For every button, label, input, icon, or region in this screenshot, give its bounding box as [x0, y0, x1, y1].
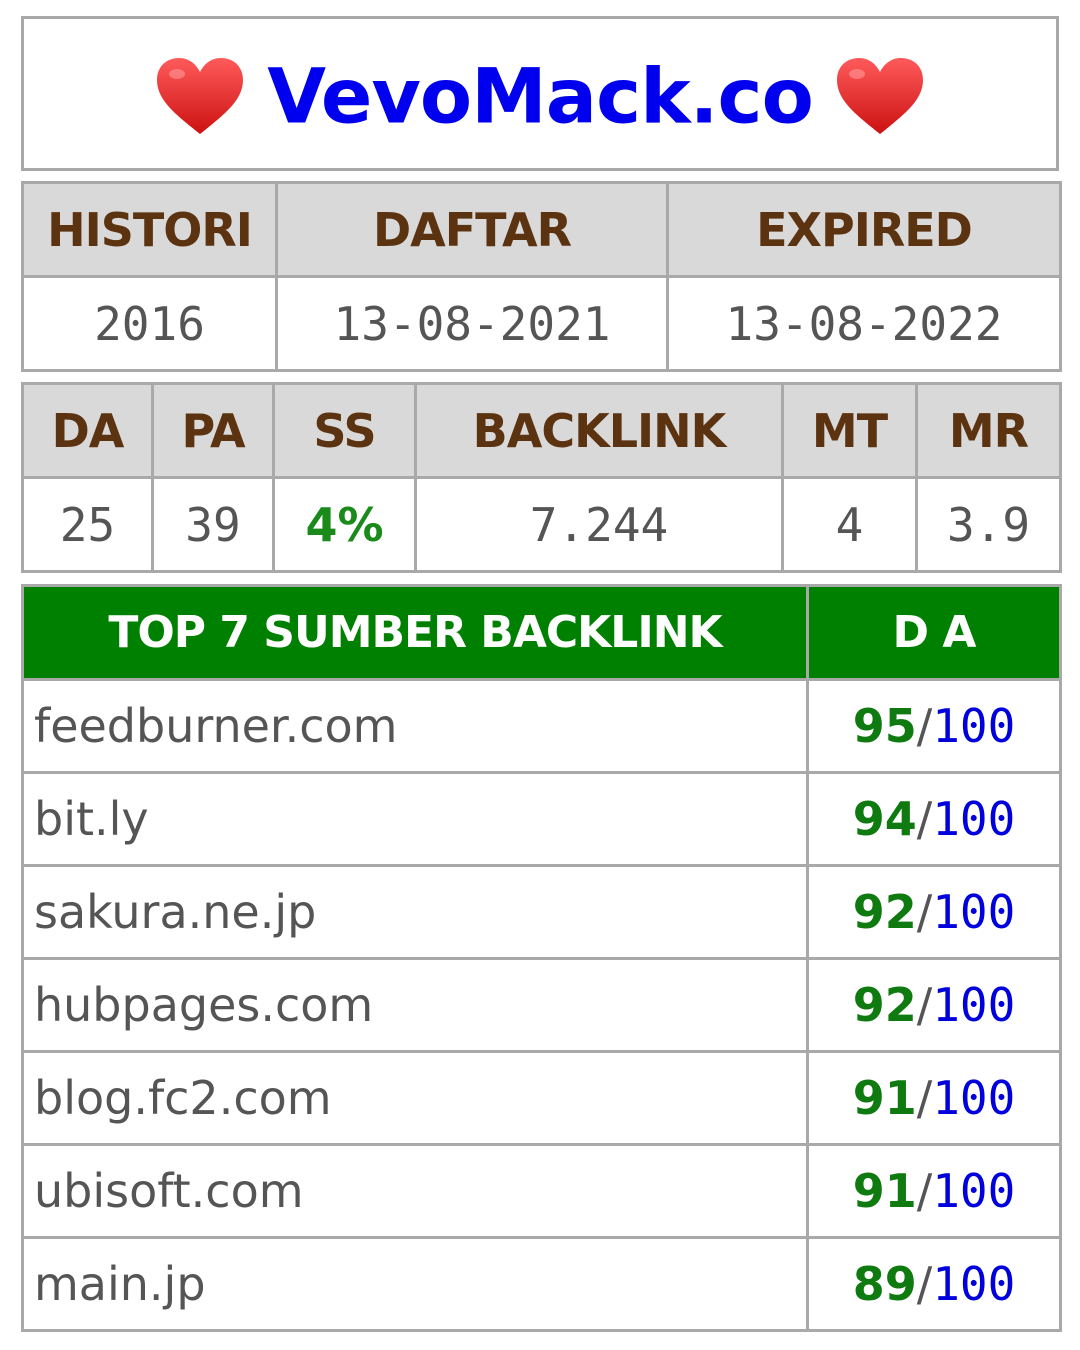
ss-header: SS	[272, 382, 417, 479]
site-title-card: VevoMack.co	[21, 16, 1059, 171]
backlink-da: 89/100	[806, 1236, 1062, 1332]
table-row: main.jp 89/100	[21, 1236, 1062, 1332]
title-table: VevoMack.co	[21, 16, 1059, 171]
ss-value: 4%	[272, 476, 417, 573]
da-score: 95	[852, 699, 917, 753]
mt-header: MT	[781, 382, 918, 479]
history-table: HISTORI DAFTAR EXPIRED 2016 13-08-2021 1…	[21, 181, 1062, 372]
backlink-site: blog.fc2.com	[21, 1050, 809, 1146]
top-backlinks-table: TOP 7 SUMBER BACKLINK D A feedburner.com…	[21, 584, 1062, 1332]
top-backlinks-header-row: TOP 7 SUMBER BACKLINK D A	[21, 584, 1062, 681]
da-max: 100	[932, 978, 1016, 1032]
backlink-da: 92/100	[806, 957, 1062, 1053]
expired-header: EXPIRED	[666, 181, 1062, 278]
backlink-site: main.jp	[21, 1236, 809, 1332]
da-separator: /	[916, 885, 933, 939]
history-header: HISTORI	[21, 181, 278, 278]
da-max: 100	[932, 1257, 1016, 1311]
top-backlinks-card: TOP 7 SUMBER BACKLINK D A feedburner.com…	[21, 584, 1062, 1332]
da-separator: /	[916, 1164, 933, 1218]
history-header-row: HISTORI DAFTAR EXPIRED	[21, 181, 1062, 278]
metrics-table: DA PA SS BACKLINK MT MR 25 39 4% 7.244 4…	[21, 382, 1062, 573]
site-title: VevoMack.co	[267, 51, 814, 141]
da-score: 92	[852, 885, 917, 939]
table-row: feedburner.com 95/100	[21, 678, 1062, 774]
metrics-value-row: 25 39 4% 7.244 4 3.9	[21, 476, 1062, 573]
da-separator: /	[916, 1071, 933, 1125]
da-score: 92	[852, 978, 917, 1032]
metrics-card: DA PA SS BACKLINK MT MR 25 39 4% 7.244 4…	[21, 382, 1062, 573]
mt-value: 4	[781, 476, 918, 573]
da-separator: /	[916, 792, 933, 846]
backlink-da: 95/100	[806, 678, 1062, 774]
da-separator: /	[916, 978, 933, 1032]
metrics-header-row: DA PA SS BACKLINK MT MR	[21, 382, 1062, 479]
pa-value: 39	[151, 476, 275, 573]
da-score: 94	[852, 792, 917, 846]
da-max: 100	[932, 1164, 1016, 1218]
heart-icon	[155, 56, 245, 136]
source-header: TOP 7 SUMBER BACKLINK	[21, 584, 809, 681]
table-row: hubpages.com 92/100	[21, 957, 1062, 1053]
registered-header: DAFTAR	[275, 181, 669, 278]
pa-header: PA	[151, 382, 275, 479]
history-value-row: 2016 13-08-2021 13-08-2022	[21, 275, 1062, 372]
title-cell: VevoMack.co	[21, 16, 1059, 171]
table-row: blog.fc2.com 91/100	[21, 1050, 1062, 1146]
top-backlinks-body: feedburner.com 95/100 bit.ly 94/100 sakura.n…	[21, 678, 1062, 1332]
backlink-value: 7.244	[414, 476, 784, 573]
backlink-da: 91/100	[806, 1143, 1062, 1239]
backlink-site: feedburner.com	[21, 678, 809, 774]
mr-value: 3.9	[915, 476, 1062, 573]
da-score: 91	[852, 1164, 917, 1218]
history-card: HISTORI DAFTAR EXPIRED 2016 13-08-2021 1…	[21, 181, 1062, 372]
da-max: 100	[932, 1071, 1016, 1125]
backlink-da: 92/100	[806, 864, 1062, 960]
da-header: DA	[21, 382, 154, 479]
backlink-site: hubpages.com	[21, 957, 809, 1053]
history-value: 2016	[21, 275, 278, 372]
da-score: 89	[852, 1257, 917, 1311]
mr-header: MR	[915, 382, 1062, 479]
registered-value: 13-08-2021	[275, 275, 669, 372]
expired-value: 13-08-2022	[666, 275, 1062, 372]
backlink-header: BACKLINK	[414, 382, 784, 479]
da-separator: /	[916, 699, 933, 753]
backlink-site: ubisoft.com	[21, 1143, 809, 1239]
da-column-header: D A	[806, 584, 1062, 681]
table-row: bit.ly 94/100	[21, 771, 1062, 867]
backlink-da: 94/100	[806, 771, 1062, 867]
da-max: 100	[932, 699, 1016, 753]
da-max: 100	[932, 885, 1016, 939]
backlink-site: sakura.ne.jp	[21, 864, 809, 960]
da-score: 91	[852, 1071, 917, 1125]
backlink-da: 91/100	[806, 1050, 1062, 1146]
da-max: 100	[932, 792, 1016, 846]
backlink-site: bit.ly	[21, 771, 809, 867]
table-row: ubisoft.com 91/100	[21, 1143, 1062, 1239]
heart-icon	[835, 56, 925, 136]
da-separator: /	[916, 1257, 933, 1311]
table-row: sakura.ne.jp 92/100	[21, 864, 1062, 960]
da-value: 25	[21, 476, 154, 573]
